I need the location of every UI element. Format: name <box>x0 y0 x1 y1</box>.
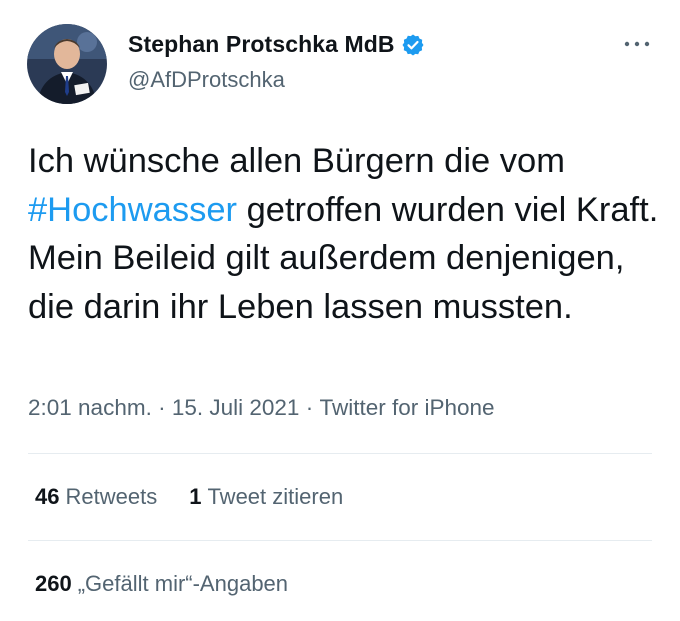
likes-stats-row: 260 „Gefällt mir“-Angaben <box>35 571 288 597</box>
author-name-row: Stephan Protschka MdB <box>128 31 425 58</box>
likes-label: „Gefällt mir“-Angaben <box>77 571 289 596</box>
tweet-meta: 2:01 nachm. · 15. Juli 2021 · Twitter fo… <box>28 395 495 421</box>
divider <box>28 453 652 454</box>
likes-stat[interactable]: 260 „Gefällt mir“-Angaben <box>35 571 288 597</box>
author-handle[interactable]: @AfDProtschka <box>128 67 285 93</box>
retweets-count: 46 <box>35 484 60 509</box>
likes-count: 260 <box>35 571 72 596</box>
tweet-text: Ich wünsche allen Bürgern die vom #Hochw… <box>28 137 668 331</box>
verified-badge-icon <box>401 33 425 57</box>
quotes-label: Tweet zitieren <box>207 484 344 509</box>
avatar[interactable] <box>27 24 107 104</box>
quotes-stat[interactable]: 1 Tweet zitieren <box>189 484 343 510</box>
retweets-stat[interactable]: 46 Retweets <box>35 484 157 510</box>
tweet-time[interactable]: 2:01 nachm. <box>28 395 152 421</box>
tweet-date[interactable]: 15. Juli 2021 <box>172 395 300 421</box>
hashtag-link[interactable]: #Hochwasser <box>28 191 237 229</box>
divider <box>28 540 652 541</box>
tweet-source[interactable]: Twitter for iPhone <box>319 395 494 421</box>
quotes-count: 1 <box>189 484 202 509</box>
more-horizontal-icon[interactable] <box>622 36 652 52</box>
meta-separator: · <box>151 395 172 420</box>
author-display-name[interactable]: Stephan Protschka MdB <box>128 31 395 58</box>
meta-separator: · <box>299 395 320 420</box>
tweet-text-part-1: Ich wünsche allen Bürgern die vom <box>28 142 565 180</box>
tweet-card: Stephan Protschka MdB @AfDProtschka Ich … <box>0 0 680 621</box>
retweet-stats-row: 46 Retweets 1 Tweet zitieren <box>35 484 343 510</box>
retweets-label: Retweets <box>65 484 158 509</box>
